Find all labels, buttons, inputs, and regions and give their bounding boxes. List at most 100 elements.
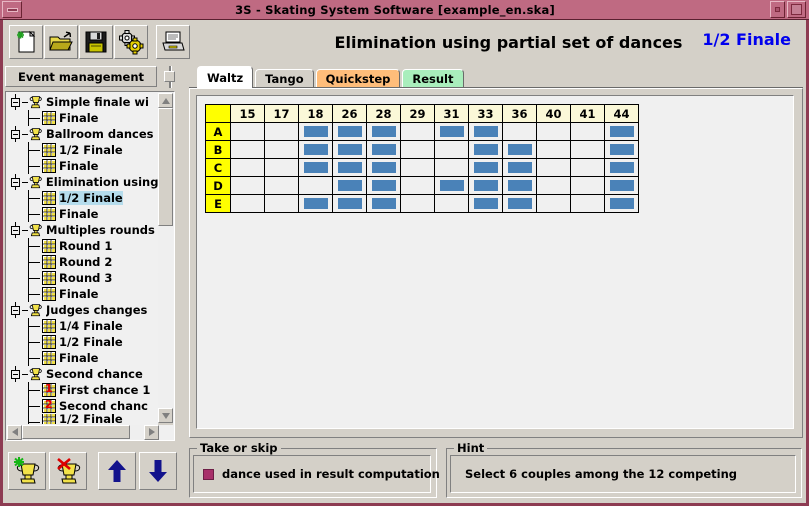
grid-cell-marked[interactable]: [366, 176, 401, 195]
grid-cell-marked[interactable]: [298, 122, 333, 141]
tree-scroll-left-button[interactable]: [7, 424, 22, 440]
tree-item-1-4-finale[interactable]: 1/4 Finale: [6, 318, 158, 334]
grid-cell-marked[interactable]: [434, 122, 469, 141]
tree-item-finale[interactable]: Finale: [6, 206, 158, 222]
tree-item-1-2-finale[interactable]: 1/2 Finale: [6, 190, 158, 206]
dance-tabs[interactable]: Waltz Tango Quickstep Result: [189, 66, 803, 88]
tab-tango[interactable]: Tango: [255, 69, 314, 88]
tree-item-judges-changes[interactable]: Judges changes: [6, 302, 158, 318]
grid-cell-empty[interactable]: [570, 158, 605, 177]
grid-cell-empty[interactable]: [502, 122, 537, 141]
grid-cell-marked[interactable]: [468, 158, 503, 177]
grid-cell-empty[interactable]: [400, 194, 435, 213]
print-button[interactable]: [156, 25, 190, 59]
tree-expander-icon[interactable]: [11, 226, 20, 235]
grid-cell-marked[interactable]: [468, 140, 503, 159]
window-minimize-button[interactable]: [2, 1, 22, 18]
grid-cell-marked[interactable]: [468, 122, 503, 141]
tree-scroll-right-button[interactable]: [144, 424, 159, 440]
grid-cell-marked[interactable]: [332, 122, 367, 141]
grid-cell-marked[interactable]: [502, 176, 537, 195]
tree-item-ballroom-dances[interactable]: Ballroom dances: [6, 126, 158, 142]
tree-item-multiples-rounds[interactable]: Multiples rounds: [6, 222, 158, 238]
grid-cell-empty[interactable]: [400, 122, 435, 141]
grid-cell-marked[interactable]: [502, 194, 537, 213]
grid-cell-marked[interactable]: [298, 158, 333, 177]
tree-item-round-3[interactable]: Round 3: [6, 270, 158, 286]
add-event-button[interactable]: [8, 452, 46, 490]
tree-item-1-2-finale[interactable]: 1/2 Finale: [6, 142, 158, 158]
grid-cell-marked[interactable]: [332, 176, 367, 195]
grid-cell-empty[interactable]: [570, 194, 605, 213]
tree-horizontal-scrollbar[interactable]: [7, 424, 159, 440]
grid-cell-marked[interactable]: [332, 194, 367, 213]
grid-cell-marked[interactable]: [604, 176, 639, 195]
grid-cell-empty[interactable]: [264, 122, 299, 141]
grid-cell-marked[interactable]: [468, 176, 503, 195]
grid-cell-empty[interactable]: [536, 140, 571, 159]
grid-cell-marked[interactable]: [332, 158, 367, 177]
tab-waltz[interactable]: Waltz: [197, 66, 254, 88]
tree-item-round-1[interactable]: Round 1: [6, 238, 158, 254]
grid-cell-marked[interactable]: [604, 122, 639, 141]
grid-cell-empty[interactable]: [230, 122, 265, 141]
grid-cell-empty[interactable]: [230, 140, 265, 159]
grid-cell-empty[interactable]: [400, 140, 435, 159]
grid-cell-empty[interactable]: [570, 122, 605, 141]
open-file-button[interactable]: [44, 25, 78, 59]
tree-item-first-chance-1[interactable]: 1 First chance 1: [6, 382, 158, 398]
tree-expander-icon[interactable]: [11, 98, 20, 107]
tab-result[interactable]: Result: [402, 69, 464, 88]
grid-cell-marked[interactable]: [366, 122, 401, 141]
move-up-button[interactable]: [98, 452, 136, 490]
tree-item-elimination-using[interactable]: Elimination using: [6, 174, 158, 190]
grid-cell-empty[interactable]: [264, 158, 299, 177]
settings-button[interactable]: [114, 25, 148, 59]
grid-cell-marked[interactable]: [604, 140, 639, 159]
tree-item-1-2-finale[interactable]: 1/2 Finale: [6, 414, 158, 424]
tree-expander-icon[interactable]: [11, 130, 20, 139]
grid-cell-marked[interactable]: [502, 158, 537, 177]
tree-vertical-scrollbar[interactable]: [158, 93, 173, 425]
save-file-button[interactable]: [79, 25, 113, 59]
grid-cell-empty[interactable]: [434, 140, 469, 159]
tree-expander-icon[interactable]: [11, 370, 20, 379]
panel-splitter[interactable]: [163, 66, 177, 88]
grid-cell-empty[interactable]: [298, 176, 333, 195]
grid-cell-empty[interactable]: [400, 158, 435, 177]
grid-cell-marked[interactable]: [434, 176, 469, 195]
tree-item-1-2-finale[interactable]: 1/2 Finale: [6, 334, 158, 350]
dance-used-checkbox[interactable]: [203, 468, 214, 480]
tree-scroll-thumb[interactable]: [158, 108, 173, 226]
event-tree[interactable]: Simple finale wi Finale Ballroom dances 1/2…: [6, 92, 158, 424]
grid-cell-empty[interactable]: [264, 194, 299, 213]
grid-cell-empty[interactable]: [434, 194, 469, 213]
grid-cell-marked[interactable]: [366, 194, 401, 213]
tree-hscroll-thumb[interactable]: [22, 425, 130, 439]
grid-cell-empty[interactable]: [536, 158, 571, 177]
grid-cell-marked[interactable]: [604, 194, 639, 213]
tree-item-second-chanc[interactable]: 2 Second chanc: [6, 398, 158, 414]
grid-cell-marked[interactable]: [366, 158, 401, 177]
tree-expander-icon[interactable]: [11, 178, 20, 187]
event-management-button[interactable]: Event management: [5, 66, 157, 87]
grid-cell-marked[interactable]: [604, 158, 639, 177]
tree-item-round-2[interactable]: Round 2: [6, 254, 158, 270]
tree-item-finale[interactable]: Finale: [6, 158, 158, 174]
grid-cell-empty[interactable]: [264, 140, 299, 159]
tree-scroll-track[interactable]: [158, 108, 173, 408]
grid-cell-empty[interactable]: [434, 158, 469, 177]
dance-selection-grid[interactable]: 15 17 18 26 28 29 31 33 36 40 41 44 A B C D E: [205, 104, 639, 213]
tree-item-simple-finale-wi[interactable]: Simple finale wi: [6, 94, 158, 110]
grid-cell-empty[interactable]: [536, 176, 571, 195]
grid-cell-marked[interactable]: [468, 194, 503, 213]
grid-cell-empty[interactable]: [536, 194, 571, 213]
new-file-button[interactable]: [9, 25, 43, 59]
grid-cell-empty[interactable]: [264, 176, 299, 195]
grid-cell-empty[interactable]: [230, 176, 265, 195]
move-down-button[interactable]: [139, 452, 177, 490]
tab-quickstep[interactable]: Quickstep: [315, 69, 401, 88]
delete-event-button[interactable]: [49, 452, 87, 490]
grid-cell-marked[interactable]: [502, 140, 537, 159]
tree-expander-icon[interactable]: [11, 306, 20, 315]
